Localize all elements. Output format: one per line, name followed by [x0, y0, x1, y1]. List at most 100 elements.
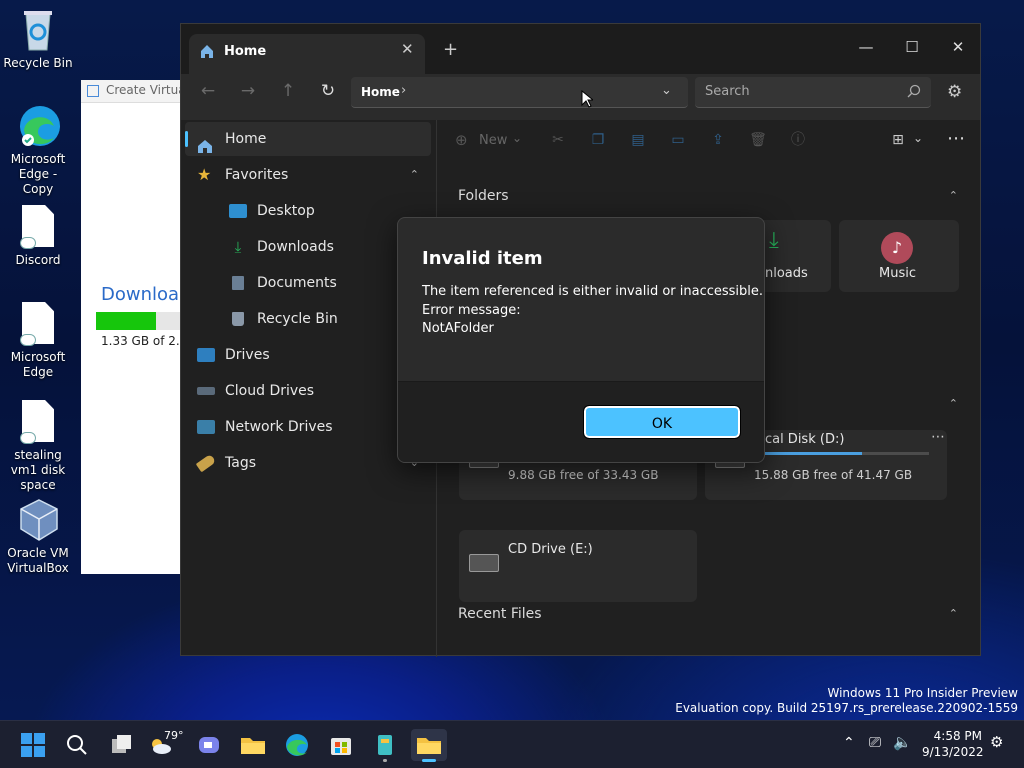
breadcrumb-chevron-icon: ›: [401, 83, 407, 98]
music-icon: ♪: [881, 232, 913, 264]
back-arrow-icon[interactable]: ←: [193, 76, 223, 106]
address-bar[interactable]: Home › ⌄: [351, 77, 688, 108]
sidebar-item-recycle-bin[interactable]: Recycle Bin: [229, 302, 338, 336]
up-arrow-icon[interactable]: ↑: [273, 76, 303, 106]
folders-header: Folders: [458, 188, 509, 204]
folder-tile-music[interactable]: ♪ Music: [839, 220, 959, 292]
store-pinned[interactable]: [325, 729, 357, 761]
close-tab-icon[interactable]: ✕: [401, 40, 414, 58]
document-icon: [232, 276, 244, 290]
window-title-text: Create Virtual: [106, 83, 189, 97]
close-window-icon[interactable]: ✕: [935, 32, 981, 62]
weather-temperature: 79°: [164, 729, 184, 742]
breadcrumb-home[interactable]: Home: [361, 85, 400, 99]
chevron-up-icon[interactable]: ⌃: [410, 158, 419, 192]
drive-usage-bar: [753, 452, 929, 455]
taskbar: 79° ⌃ ⎚ 🔈 4:58 PM 9/13/2022 ⚙: [0, 720, 1024, 768]
new-button[interactable]: New: [479, 133, 507, 148]
show-hidden-icons-chevron-icon[interactable]: ⌃: [843, 735, 855, 751]
drive-tile-e[interactable]: CD Drive (E:): [459, 530, 697, 602]
maximize-icon[interactable]: ☐: [889, 32, 935, 62]
star-icon: ★: [197, 165, 212, 184]
desktop-icon-virtualbox[interactable]: Oracle VM VirtualBox: [2, 498, 74, 576]
sidebar-item-tags[interactable]: Tags ⌄: [195, 446, 419, 480]
paste-icon[interactable]: ▤: [629, 132, 647, 148]
new-tab-icon[interactable]: +: [443, 39, 458, 60]
sidebar-selection-indicator: [185, 131, 188, 147]
search-button[interactable]: [61, 729, 93, 761]
notification-icon[interactable]: ⚙: [990, 733, 1003, 751]
tab-home[interactable]: Home ✕: [189, 34, 425, 74]
search-input[interactable]: Search: [705, 84, 750, 99]
dialog-footer: OK: [398, 381, 764, 462]
chevron-down-icon[interactable]: ⌄: [512, 131, 522, 145]
delete-icon[interactable]: 🗑: [749, 132, 767, 148]
drive-name: CD Drive (E:): [508, 542, 593, 557]
forward-arrow-icon[interactable]: →: [233, 76, 263, 106]
active-indicator: [422, 759, 436, 762]
drive-free-space: 15.88 GB free of 41.47 GB: [754, 468, 913, 482]
home-icon: [199, 43, 215, 63]
chevron-up-icon[interactable]: ⌃: [949, 189, 958, 202]
desktop-icon-recycle-bin[interactable]: Recycle Bin: [2, 8, 74, 71]
file-explorer-pinned[interactable]: [237, 729, 269, 761]
search-icon: [907, 84, 921, 102]
sidebar-item-drives[interactable]: Drives: [197, 338, 270, 372]
file-icon: [18, 302, 58, 346]
file-explorer-active[interactable]: [411, 729, 447, 762]
desktop-icon-edge[interactable]: Microsoft Edge: [2, 302, 74, 380]
copy-icon[interactable]: ❐: [589, 132, 607, 148]
share-icon[interactable]: ⇪: [709, 132, 727, 148]
more-options-icon[interactable]: ⋯: [947, 128, 965, 149]
search-box[interactable]: Search: [695, 77, 931, 108]
drive-name: ocal Disk (D:): [757, 432, 845, 447]
address-dropdown-icon[interactable]: ⌄: [661, 83, 672, 98]
clock-date[interactable]: 9/13/2022: [922, 745, 984, 759]
more-options-icon[interactable]: ⋯: [931, 429, 945, 445]
sidebar-item-desktop[interactable]: Desktop: [229, 194, 315, 228]
chevron-up-icon[interactable]: ⌃: [949, 397, 958, 410]
minimize-icon[interactable]: —: [843, 32, 889, 62]
volume-icon[interactable]: 🔈: [893, 733, 912, 751]
download-progress-fill: [96, 312, 156, 330]
cut-icon[interactable]: ✂: [549, 132, 567, 148]
desktop-icon-edge-copy[interactable]: Microsoft Edge - Copy: [2, 104, 74, 197]
ok-button[interactable]: OK: [583, 405, 741, 439]
new-plus-icon[interactable]: ⊕: [455, 131, 468, 149]
desktop-icon-stealing-vm1[interactable]: stealing vm1 disk space: [2, 400, 74, 493]
rename-icon[interactable]: ▭: [669, 132, 687, 148]
cloud-drive-icon: [197, 387, 215, 395]
gear-icon[interactable]: ⚙: [947, 82, 962, 102]
windows-logo-icon: [21, 733, 45, 757]
sidebar-item-network-drives[interactable]: Network Drives: [197, 410, 333, 444]
network-icon[interactable]: ⎚: [869, 733, 881, 751]
widgets-button[interactable]: 79°: [148, 729, 186, 761]
task-view-icon: [112, 735, 131, 753]
sidebar-item-documents[interactable]: Documents: [229, 266, 337, 300]
teams-chat-button[interactable]: [193, 729, 225, 761]
clock-time[interactable]: 4:58 PM: [932, 729, 982, 743]
sidebar-item-home[interactable]: Home: [197, 122, 266, 156]
error-message-value: NotAFolder: [422, 321, 494, 336]
properties-icon[interactable]: ⓘ: [789, 132, 807, 148]
chevron-up-icon[interactable]: ⌃: [949, 607, 958, 620]
download-label: Download: [101, 284, 191, 305]
desktop-icon-label: Microsoft Edge - Copy: [10, 152, 66, 196]
task-view-button[interactable]: [105, 729, 137, 761]
edge-icon: [18, 104, 60, 148]
recycle-bin-icon: [18, 8, 58, 52]
archive-icon: [378, 735, 392, 755]
invalid-item-dialog[interactable]: Invalid item The item referenced is eith…: [397, 217, 765, 463]
sidebar-item-cloud-drives[interactable]: Cloud Drives: [197, 374, 314, 408]
sidebar-item-favorites[interactable]: ★ Favorites ⌃: [197, 158, 419, 192]
view-layout-icon[interactable]: ⊞: [889, 132, 907, 148]
network-drive-icon: [197, 420, 215, 434]
refresh-icon[interactable]: ↻: [313, 76, 343, 106]
chevron-down-icon[interactable]: ⌄: [913, 131, 923, 145]
desktop-icon-discord[interactable]: Discord: [2, 205, 74, 268]
download-icon: ⤓: [769, 228, 779, 253]
edge-pinned[interactable]: [281, 729, 313, 761]
archive-app-pinned[interactable]: [369, 729, 401, 762]
start-button[interactable]: [17, 729, 49, 761]
sidebar-item-downloads[interactable]: ⤓ Downloads: [229, 230, 334, 264]
